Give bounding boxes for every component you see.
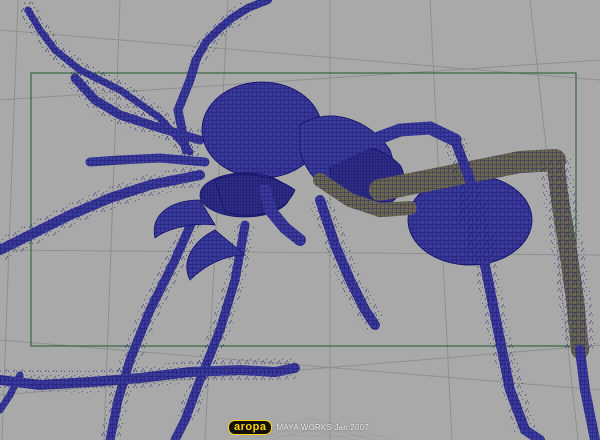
viewport-scene: [0, 0, 600, 440]
watermark-caption: MAYA WORKS Jan.2007: [276, 422, 369, 432]
aropa-logo: aropa: [228, 419, 273, 435]
watermark: aropa MAYA WORKS Jan.2007: [228, 419, 369, 435]
maya-viewport[interactable]: aropa MAYA WORKS Jan.2007: [0, 0, 600, 440]
